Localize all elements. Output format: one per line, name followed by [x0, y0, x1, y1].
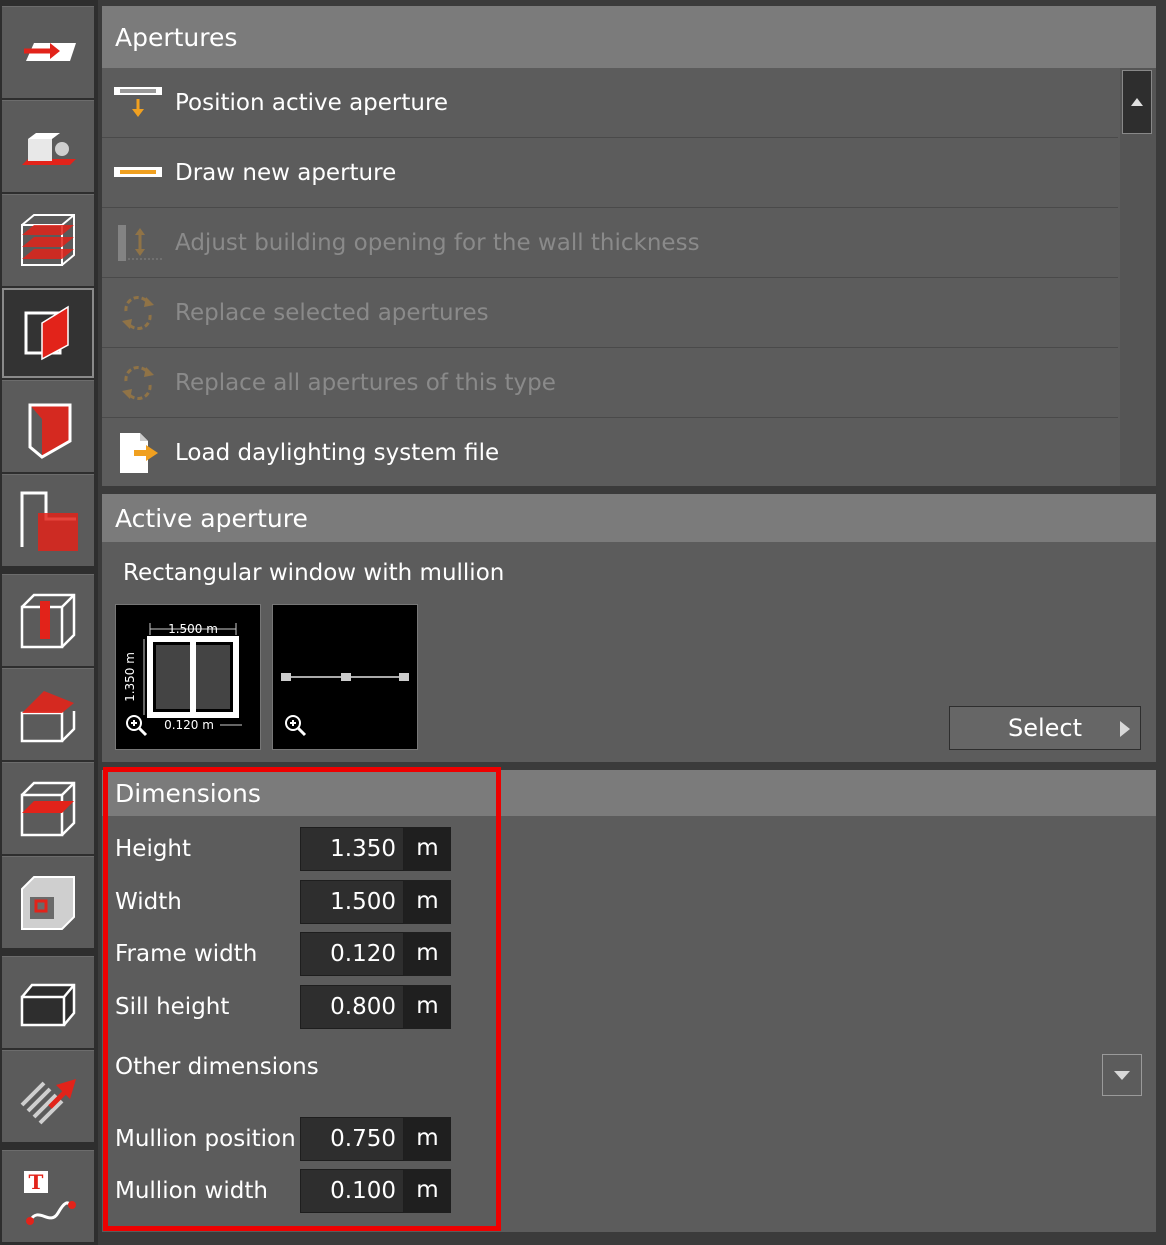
sill-height-unit: m [404, 985, 451, 1029]
other-dimensions-dropdown[interactable] [1102, 1054, 1142, 1096]
adjust-opening-icon [112, 223, 164, 263]
draw-aperture-icon [112, 153, 164, 193]
apertures-title: Apertures [115, 22, 238, 52]
front-view-diagram: 1.500 m 1.350 m 0.120 m [123, 622, 242, 737]
width-label: Width [115, 889, 182, 915]
frame-width-input[interactable]: 0.120 [300, 932, 404, 976]
chevron-up-icon [1131, 98, 1143, 106]
frame-width-unit: m [404, 932, 451, 976]
room-layout-tool-button[interactable] [2, 474, 94, 566]
box-tool-icon [20, 983, 76, 1026]
menu-scrollbar[interactable] [1120, 68, 1156, 486]
sill-height-label: Sill height [115, 994, 230, 1020]
front-view-preview[interactable]: 1.500 m 1.350 m 0.120 m [115, 604, 261, 750]
import-tool-icon [24, 42, 76, 61]
menu-item-label: Replace selected apertures [175, 299, 489, 326]
floors-tool-icon [21, 213, 75, 266]
sill-height-input[interactable]: 0.800 [300, 985, 404, 1029]
height-row: Height 1.350 m [115, 827, 451, 871]
hatch-tool-icon [20, 1078, 76, 1124]
roof-tool-button[interactable] [2, 668, 94, 760]
menu-item-label: Draw new aperture [175, 159, 397, 186]
roof-tool-icon [20, 690, 76, 742]
mullion-position-label: Mullion position [115, 1126, 296, 1152]
height-input[interactable]: 1.350 [300, 827, 404, 871]
slab-tool-button[interactable] [2, 762, 94, 854]
menu-item-position-active-aperture[interactable]: Position active aperture [102, 68, 1118, 138]
frame-dimension-label: 0.120 m [164, 718, 214, 732]
object-tool-icon [22, 132, 76, 165]
chevron-right-icon [1120, 721, 1130, 737]
mullion-width-label: Mullion width [115, 1178, 268, 1204]
load-file-icon [112, 432, 164, 473]
menu-item-label: Load daylighting system file [175, 439, 500, 466]
mullion-width-input[interactable]: 0.100 [300, 1169, 404, 1213]
menu-item-adjust-building-opening[interactable]: Adjust building opening for the wall thi… [102, 208, 1118, 278]
object-tool-button[interactable] [2, 100, 94, 192]
dimensions-title: Dimensions [115, 778, 261, 808]
active-aperture-title: Active aperture [115, 503, 308, 533]
select-aperture-button[interactable]: Select [949, 706, 1141, 750]
position-aperture-icon [112, 83, 164, 123]
width-input[interactable]: 1.500 [300, 880, 404, 924]
mullion-position-row: Mullion position 0.750 m [115, 1117, 451, 1161]
height-unit: m [404, 827, 451, 871]
menu-item-load-daylighting-file[interactable]: Load daylighting system file [102, 418, 1118, 487]
width-dimension-label: 1.500 m [168, 622, 218, 636]
menu-item-replace-all[interactable]: Replace all apertures of this type [102, 348, 1118, 418]
menu-item-draw-new-aperture[interactable]: Draw new aperture [102, 138, 1118, 208]
slab-tool-icon [20, 781, 76, 836]
replace-all-icon [112, 363, 164, 403]
dimensions-header: Dimensions [102, 770, 1156, 816]
interior-tool-button[interactable] [2, 856, 94, 948]
frame-width-row: Frame width 0.120 m [115, 932, 451, 976]
text-curve-tool-button[interactable]: T [2, 1150, 94, 1242]
replace-selected-icon [112, 293, 164, 333]
mullion-position-unit: m [404, 1117, 451, 1161]
aperture-name: Rectangular window with mullion [123, 560, 505, 586]
apertures-tool-icon [24, 305, 69, 361]
surface-tool-icon [28, 403, 72, 459]
menu-item-label: Position active aperture [175, 89, 449, 116]
chevron-down-icon [1114, 1070, 1130, 1080]
menu-item-replace-selected[interactable]: Replace selected apertures [102, 278, 1118, 348]
section-view-preview[interactable] [272, 604, 418, 750]
dimensions-panel: Height 1.350 m Width 1.500 m Frame width… [102, 816, 1156, 1232]
apertures-header: Apertures [102, 6, 1156, 68]
room-layout-tool-icon [20, 491, 78, 551]
floors-tool-button[interactable] [2, 194, 94, 286]
column-tool-button[interactable] [2, 574, 94, 666]
interior-tool-icon [21, 875, 75, 930]
frame-width-label: Frame width [115, 941, 258, 967]
menu-item-label: Replace all apertures of this type [175, 369, 556, 396]
svg-text:T: T [29, 1170, 44, 1194]
box-tool-button[interactable] [2, 956, 94, 1048]
active-aperture-panel: Rectangular window with mullion 1.500 m … [102, 542, 1156, 762]
main-panel: Apertures Position active aperture Draw … [102, 0, 1166, 1245]
width-row: Width 1.500 m [115, 880, 451, 924]
hatch-tool-button[interactable] [2, 1050, 94, 1142]
import-tool-button[interactable] [2, 6, 94, 98]
section-view-diagram [281, 673, 409, 737]
mullion-width-row: Mullion width 0.100 m [115, 1169, 451, 1213]
other-dimensions-title: Other dimensions [115, 1054, 319, 1080]
select-button-label: Select [1007, 714, 1083, 742]
sill-height-row: Sill height 0.800 m [115, 985, 451, 1029]
left-toolbar: T [0, 0, 98, 1245]
mullion-position-input[interactable]: 0.750 [300, 1117, 404, 1161]
height-dimension-label: 1.350 m [123, 652, 137, 702]
column-tool-icon [20, 593, 76, 648]
surface-tool-button[interactable] [2, 380, 94, 472]
apertures-menu: Position active aperture Draw new apertu… [102, 68, 1156, 486]
menu-item-label: Adjust building opening for the wall thi… [175, 229, 700, 256]
height-label: Height [115, 836, 192, 862]
active-aperture-header: Active aperture [102, 494, 1156, 542]
scroll-up-button[interactable] [1122, 70, 1152, 134]
apertures-tool-button[interactable] [2, 288, 94, 378]
mullion-width-unit: m [404, 1169, 451, 1213]
text-curve-tool-icon: T [24, 1170, 76, 1225]
width-unit: m [404, 880, 451, 924]
